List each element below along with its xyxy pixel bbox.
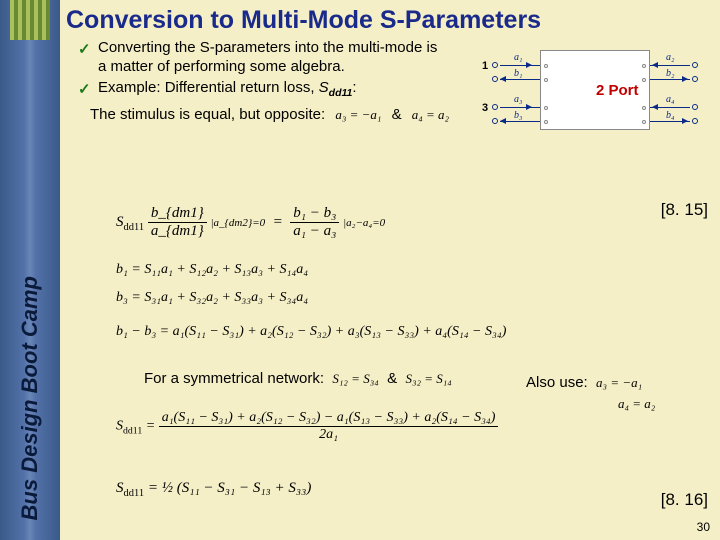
bullet-2-sym: S bbox=[319, 79, 329, 96]
sig-a4: a₄ bbox=[666, 94, 674, 105]
check-icon: ✓ bbox=[78, 81, 91, 100]
port-num-1: 1 bbox=[482, 60, 488, 72]
eq-sdd11-long: Sdd11 = a₁(S₁₁ − S₃₁) + a₂(S₁₂ − S₃₂) − … bbox=[116, 410, 498, 443]
page-number: 30 bbox=[697, 520, 710, 534]
sig-a2: a₂ bbox=[666, 52, 674, 63]
sig-b3: b₃ bbox=[514, 110, 522, 121]
bullet-2-suffix: : bbox=[352, 79, 356, 96]
sym-eq2: S₃₂ = S₁₄ bbox=[405, 371, 451, 386]
sig-b4: b₄ bbox=[666, 110, 674, 121]
eq-final: Sdd11 = ½ (S₁₁ − S₃₁ − S₁₃ + S₃₃) bbox=[116, 480, 311, 499]
two-port-label: 2 Port bbox=[596, 82, 639, 99]
eq-sdd11-def: Sdd11 b_{dm1} a_{dm1} |a_{dm2}=0 = b₁ − … bbox=[116, 205, 385, 240]
stim-eq-right: a₄ = a₂ bbox=[412, 107, 449, 122]
bullet-2-prefix: Example: Differential return loss, bbox=[98, 79, 319, 96]
sym-eq1: S₁₂ = S₃₄ bbox=[332, 371, 378, 386]
symmetrical-text: For a symmetrical network: S₁₂ = S₃₄ & S… bbox=[144, 370, 452, 387]
bullet-2: ✓ Example: Differential return loss, Sdd… bbox=[78, 79, 448, 100]
ampersand-icon: & bbox=[392, 106, 402, 123]
vertical-title: Bus Design Boot Camp bbox=[17, 276, 43, 520]
eq-ref-8-15: [8. 15] bbox=[661, 200, 708, 220]
slide-title: Conversion to Multi-Mode S-Parameters bbox=[66, 6, 714, 35]
sig-b1: b₁ bbox=[514, 68, 522, 79]
check-icon: ✓ bbox=[78, 41, 91, 60]
stimulus-text: The stimulus is equal, but opposite: bbox=[90, 106, 325, 123]
alsouse-eq1: a₃ = −a₁ bbox=[596, 375, 642, 390]
bullet-2-sub: dd11 bbox=[329, 87, 353, 99]
stim-eq-left: a₃ = −a₁ bbox=[335, 107, 381, 122]
ampersand-icon: & bbox=[387, 370, 397, 387]
bullet-1: ✓ Converting the S-parameters into the m… bbox=[78, 39, 448, 77]
bullet-list: ✓ Converting the S-parameters into the m… bbox=[78, 39, 448, 100]
eq-ref-8-16: [8. 16] bbox=[661, 490, 708, 510]
eq-b1: b₁ = S₁₁a₁ + S₁₂a₂ + S₁₃a₃ + S₁₄a₄ bbox=[116, 262, 308, 278]
also-use: Also use: a₃ = −a₁ bbox=[526, 374, 642, 391]
sidebar-decoration bbox=[10, 0, 50, 40]
slide-body: Conversion to Multi-Mode S-Parameters ✓ … bbox=[60, 0, 720, 540]
sidebar: Bus Design Boot Camp bbox=[0, 0, 60, 540]
bullet-1-text: Converting the S-parameters into the mul… bbox=[98, 39, 437, 75]
eq-diff: b₁ − b₃ = a₁(S₁₁ − S₃₁) + a₂(S₁₂ − S₃₂) … bbox=[116, 324, 506, 340]
eq-b3: b₃ = S₃₁a₁ + S₃₂a₂ + S₃₃a₃ + S₃₄a₄ bbox=[116, 290, 308, 306]
sig-a1: a₁ bbox=[514, 52, 522, 63]
sig-a3: a₃ bbox=[514, 94, 522, 105]
alsouse-eq2: a₄ = a₂ bbox=[618, 396, 655, 412]
sig-b2: b₂ bbox=[666, 68, 674, 79]
port-num-3: 3 bbox=[482, 102, 488, 114]
two-port-diagram: 2 Port 1 a₁ b₁ 3 a₃ b₃ a₂ b₂ a₄ bbox=[482, 46, 708, 134]
